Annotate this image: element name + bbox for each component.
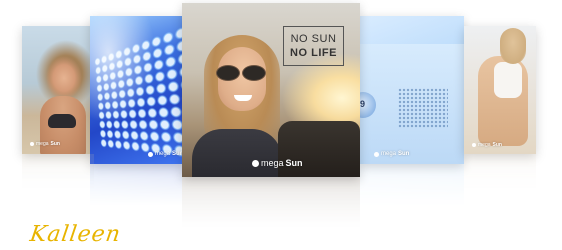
brand-logo: mega Sun	[472, 142, 502, 148]
reflection-card-3	[182, 177, 360, 250]
brand-logo: mega Sun	[252, 158, 303, 168]
carousel: mega Sun mega Sun NO SUN NO LIFE mega Sun	[0, 0, 562, 250]
photo-hair	[500, 28, 526, 64]
carousel-card-seated-woman[interactable]: mega Sun	[464, 26, 536, 154]
carousel-card-tanning-bed-blue[interactable]: mega Sun	[90, 16, 182, 164]
photo-car	[278, 121, 360, 177]
photo-grid	[398, 88, 448, 128]
tagline-line2: NO LIFE	[290, 46, 337, 60]
sunglasses-icon	[216, 65, 274, 81]
script-wordmark: Kalleen	[28, 222, 122, 247]
logo-icon	[472, 143, 476, 147]
reflection-card-5	[464, 154, 536, 204]
logo-icon	[148, 152, 153, 157]
logo-icon	[30, 142, 34, 146]
carousel-card-tanning-bed-light[interactable]: 9 mega Sun	[360, 16, 464, 164]
carousel-card-beach-woman[interactable]: mega Sun	[22, 26, 94, 154]
photo-detail	[48, 114, 76, 128]
photo-dress	[494, 62, 522, 98]
knob-number: 9	[360, 99, 365, 109]
tagline-line1: NO SUN	[291, 32, 337, 46]
carousel-card-center-sunglasses-woman[interactable]: NO SUN NO LIFE mega Sun	[182, 3, 360, 177]
tagline-box: NO SUN NO LIFE	[283, 26, 344, 66]
reflection-card-4	[360, 164, 464, 224]
photo-shoulder	[192, 129, 282, 177]
logo-icon	[374, 152, 379, 157]
brand-logo: mega Sun	[148, 151, 182, 157]
reflection-card-1	[22, 154, 94, 204]
reflection-card-2	[90, 164, 182, 224]
brand-logo: mega Sun	[30, 141, 60, 147]
photo-glow	[90, 16, 182, 164]
logo-icon	[252, 160, 259, 167]
brand-logo: mega Sun	[374, 151, 409, 157]
